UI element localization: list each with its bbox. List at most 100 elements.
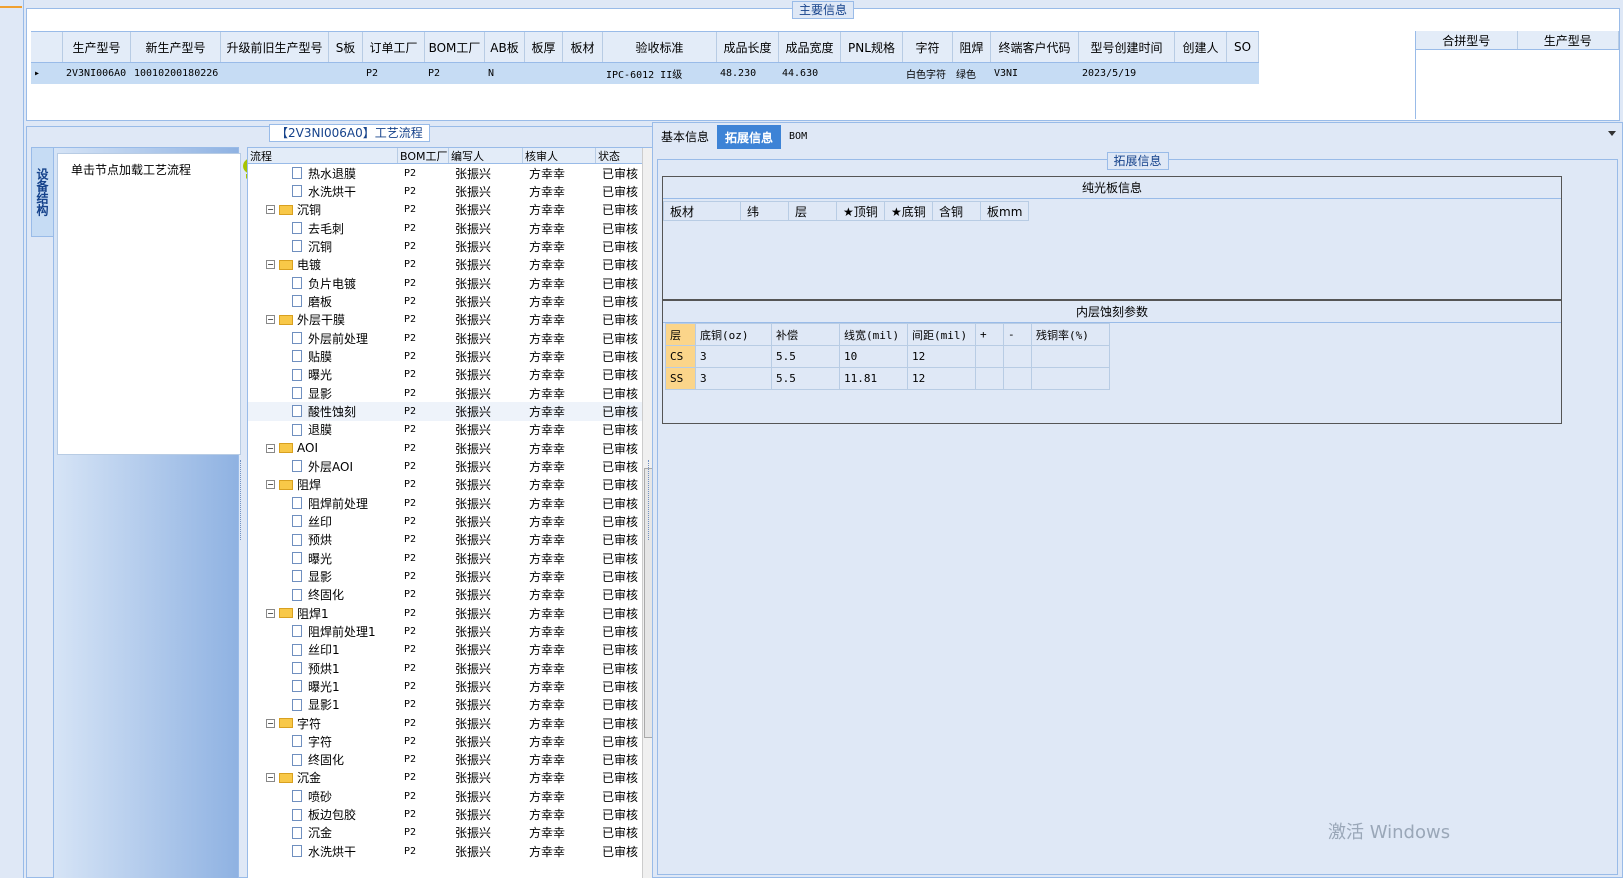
main-cell[interactable]: P2	[425, 63, 485, 84]
tree-node[interactable]: − 沉金	[248, 769, 398, 786]
tree-row[interactable]: 水洗烘干 P2 张振兴 方幸幸 已审核	[248, 842, 644, 860]
tree-row[interactable]: − AOI P2 张振兴 方幸幸 已审核	[248, 439, 644, 457]
tree-node[interactable]: 显影	[248, 568, 398, 585]
etch-cell[interactable]	[1031, 345, 1110, 368]
tree-node[interactable]: − 沉铜	[248, 201, 398, 218]
collapse-icon[interactable]: −	[266, 718, 275, 728]
tree-row[interactable]: 水洗烘干 P2 张振兴 方幸幸 已审核	[248, 182, 644, 200]
main-col-header[interactable]: SO	[1227, 32, 1259, 62]
tree-col-header[interactable]: 状态	[596, 148, 644, 163]
collapse-icon[interactable]: −	[266, 205, 275, 215]
collapse-icon[interactable]: −	[266, 260, 275, 270]
inner-etch-table[interactable]: 层底铜(oz) 补偿 线宽(mil) 间距(mil) + - 残铜率(%) CS 3 5.5 10 1…	[665, 323, 1110, 390]
tree-col-header[interactable]: 核审人	[523, 148, 596, 163]
tree-node[interactable]: 水洗烘干	[248, 843, 398, 860]
main-cell[interactable]: 白色字符	[903, 63, 953, 84]
tree-row[interactable]: − 阻焊 P2 张振兴 方幸幸 已审核	[248, 476, 644, 494]
tree-row[interactable]: 负片电镀 P2 张振兴 方幸幸 已审核	[248, 274, 644, 292]
main-col-header[interactable]: 成品宽度	[779, 32, 841, 62]
etch-cell[interactable]	[1003, 345, 1032, 368]
tree-row[interactable]: 热水退膜 P2 张振兴 方幸幸 已审核	[248, 164, 644, 182]
tree-node[interactable]: 酸性蚀刻	[248, 403, 398, 420]
tree-node[interactable]: − AOI	[248, 441, 398, 455]
tree-node[interactable]: 沉铜	[248, 238, 398, 255]
etch-col-header[interactable]: +	[975, 323, 1004, 346]
etch-col-header[interactable]: 线宽(mil)	[839, 323, 908, 346]
tree-row[interactable]: 沉金 P2 张振兴 方幸幸 已审核	[248, 824, 644, 842]
tree-node[interactable]: 阻焊前处理1	[248, 623, 398, 640]
tree-row[interactable]: − 沉金 P2 张振兴 方幸幸 已审核	[248, 769, 644, 787]
etch-cell[interactable]: 12	[907, 367, 976, 390]
tree-node[interactable]: − 电镀	[248, 256, 398, 273]
tree-row[interactable]: 外层AOI P2 张振兴 方幸幸 已审核	[248, 457, 644, 475]
tree-row[interactable]: 曝光1 P2 张振兴 方幸幸 已审核	[248, 677, 644, 695]
tree-node[interactable]: 终固化	[248, 586, 398, 603]
tree-node[interactable]: 曝光	[248, 550, 398, 567]
tree-row[interactable]: 沉铜 P2 张振兴 方幸幸 已审核	[248, 237, 644, 255]
bare-col-header[interactable]: 板材	[663, 201, 741, 221]
tree-row[interactable]: 磨板 P2 张振兴 方幸幸 已审核	[248, 292, 644, 310]
etch-col-header[interactable]: -	[1003, 323, 1032, 346]
tree-node[interactable]: 热水退膜	[248, 165, 398, 182]
main-cell[interactable]: 48.230	[717, 63, 779, 84]
tree-node[interactable]: − 阻焊1	[248, 605, 398, 622]
bare-col-header[interactable]: ★顶铜	[837, 201, 885, 221]
tab-dropdown-icon[interactable]	[1608, 131, 1616, 136]
tree-node[interactable]: 负片电镀	[248, 275, 398, 292]
tree-node[interactable]: 终固化	[248, 751, 398, 768]
bare-col-header[interactable]: 层	[789, 201, 837, 221]
tree-row[interactable]: 贴膜 P2 张振兴 方幸幸 已审核	[248, 347, 644, 365]
tree-col-header[interactable]: 流程	[248, 148, 398, 163]
tree-node[interactable]: 沉金	[248, 824, 398, 841]
collapse-icon[interactable]: −	[266, 773, 275, 783]
main-cell[interactable]	[221, 63, 329, 84]
tree-row[interactable]: 喷砂 P2 张振兴 方幸幸 已审核	[248, 787, 644, 805]
main-col-header[interactable]: 板材	[563, 32, 603, 62]
tree-row[interactable]: 预烘 P2 张振兴 方幸幸 已审核	[248, 531, 644, 549]
tree-row[interactable]: 去毛刺 P2 张振兴 方幸幸 已审核	[248, 219, 644, 237]
tree-node[interactable]: 丝印	[248, 513, 398, 530]
main-cell[interactable]: V3NI	[991, 63, 1079, 84]
tree-row[interactable]: 阻焊前处理 P2 张振兴 方幸幸 已审核	[248, 494, 644, 512]
main-col-header[interactable]: 终端客户代码	[991, 32, 1079, 62]
tree-row[interactable]: 字符 P2 张振兴 方幸幸 已审核	[248, 732, 644, 750]
tree-node[interactable]: 预烘	[248, 531, 398, 548]
bare-col-header[interactable]: 纬	[741, 201, 789, 221]
main-cell[interactable]	[1175, 63, 1227, 84]
tree-node[interactable]: 外层AOI	[248, 458, 398, 475]
tree-node[interactable]: − 字符	[248, 715, 398, 732]
bare-col-header[interactable]: 板mm	[981, 201, 1029, 221]
main-cell[interactable]: P2	[363, 63, 425, 84]
tree-node[interactable]: 显影1	[248, 696, 398, 713]
tree-row[interactable]: 丝印 P2 张振兴 方幸幸 已审核	[248, 512, 644, 530]
tree-node[interactable]: 丝印1	[248, 641, 398, 658]
tree-col-header[interactable]: 编写人	[449, 148, 523, 163]
main-col-header[interactable]: 新生产型号	[131, 32, 221, 62]
main-col-header[interactable]: 型号创建时间	[1079, 32, 1175, 62]
tree-row[interactable]: 显影1 P2 张振兴 方幸幸 已审核	[248, 696, 644, 714]
left-splitter[interactable]	[240, 460, 245, 540]
tree-node[interactable]: 显影	[248, 385, 398, 402]
tree-row[interactable]: − 沉铜 P2 张振兴 方幸幸 已审核	[248, 201, 644, 219]
main-cell[interactable]: N	[485, 63, 525, 84]
main-col-header[interactable]: 订单工厂	[363, 32, 425, 62]
tree-node[interactable]: 外层前处理	[248, 330, 398, 347]
etch-cell[interactable]: 10	[839, 345, 908, 368]
etch-cell[interactable]	[1003, 367, 1032, 390]
main-cell[interactable]	[1227, 63, 1259, 84]
etch-cell[interactable]: CS	[665, 345, 696, 368]
tree-node[interactable]: 字符	[248, 733, 398, 750]
etch-row[interactable]: SS 3 5.5 11.81 12	[665, 367, 1110, 390]
collapse-icon[interactable]: −	[266, 315, 275, 325]
tree-row[interactable]: 终固化 P2 张振兴 方幸幸 已审核	[248, 751, 644, 769]
etch-cell[interactable]	[975, 345, 1004, 368]
tree-row[interactable]: − 外层干膜 P2 张振兴 方幸幸 已审核	[248, 311, 644, 329]
tree-row[interactable]: 显影 P2 张振兴 方幸幸 已审核	[248, 384, 644, 402]
tree-node[interactable]: 退膜	[248, 421, 398, 438]
tree-node[interactable]: 贴膜	[248, 348, 398, 365]
etch-col-header[interactable]: 残铜率(%)	[1031, 323, 1110, 346]
main-cell[interactable]	[525, 63, 563, 84]
main-col-header[interactable]: 验收标准	[603, 32, 717, 62]
tree-row[interactable]: − 字符 P2 张振兴 方幸幸 已审核	[248, 714, 644, 732]
tree-node[interactable]: 水洗烘干	[248, 183, 398, 200]
